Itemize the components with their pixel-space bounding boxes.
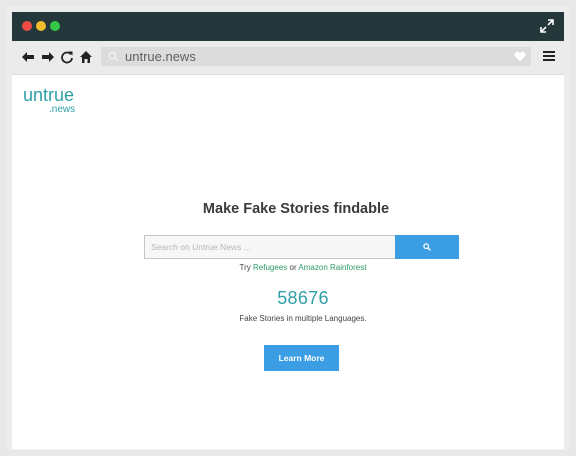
title-bar — [12, 12, 564, 41]
web-page: untrue .news Make Fake Stories findable … — [12, 75, 564, 450]
hamburger-menu-icon[interactable] — [543, 50, 555, 62]
search-icon — [108, 51, 119, 62]
divider — [12, 449, 564, 450]
search-suggestions: Try Refugees or Amazon Rainforest — [12, 263, 564, 272]
search-input[interactable] — [144, 235, 396, 259]
browser-window: untrue.news untrue .news Make Fake Stori… — [12, 12, 564, 450]
page-headline: Make Fake Stories findable — [202, 201, 390, 217]
browser-toolbar: untrue.news — [12, 41, 564, 75]
try-prefix: Try — [239, 263, 251, 272]
learn-more-button[interactable]: Learn More — [264, 345, 339, 371]
reload-icon[interactable] — [60, 50, 74, 64]
forward-arrow-icon[interactable] — [41, 50, 55, 64]
story-count-caption: Fake Stories in multiple Languages. — [239, 314, 367, 323]
expand-icon[interactable] — [540, 19, 554, 33]
close-window-button[interactable] — [22, 21, 32, 31]
home-icon[interactable] — [79, 50, 93, 64]
url-text: untrue.news — [125, 49, 196, 64]
suggestion-link-refugees[interactable]: Refugees — [253, 263, 287, 272]
back-arrow-icon[interactable] — [21, 50, 35, 64]
search-form — [144, 235, 459, 259]
search-icon — [423, 243, 431, 251]
maximize-window-button[interactable] — [50, 21, 60, 31]
heart-icon[interactable] — [514, 51, 526, 62]
search-button[interactable] — [395, 235, 459, 259]
address-bar[interactable]: untrue.news — [101, 47, 531, 66]
minimize-window-button[interactable] — [36, 21, 46, 31]
story-count: 58676 — [277, 288, 329, 308]
suggestion-link-amazon-rainforest[interactable]: Amazon Rainforest — [298, 263, 366, 272]
logo-text: untrue — [23, 85, 75, 105]
site-logo[interactable]: untrue .news — [23, 86, 75, 115]
try-or: or — [289, 263, 297, 272]
logo-subtext: .news — [49, 104, 76, 115]
